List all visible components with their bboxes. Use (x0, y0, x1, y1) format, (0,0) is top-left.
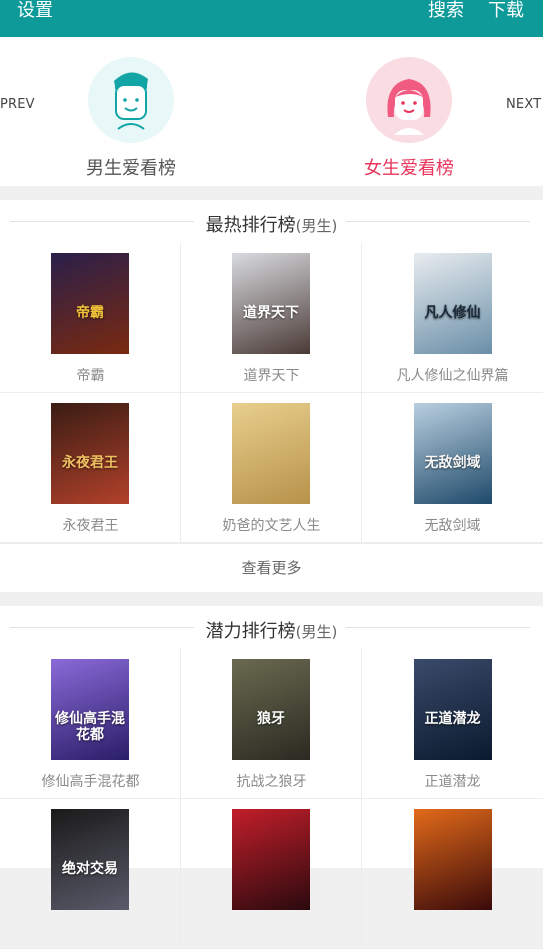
book-item[interactable]: 正道潜龙 正道潜龙 (362, 649, 543, 799)
section-title-text: 潜力排行榜 (205, 621, 296, 642)
book-title[interactable]: 永夜君王 (0, 515, 181, 535)
cover-title-art: 道界天下 (243, 305, 299, 321)
book-title[interactable]: 奶爸的文艺人生 (181, 515, 362, 535)
book-title[interactable]: 凡人修仙之仙界篇 (362, 365, 543, 385)
book-item[interactable]: 无敌剑域 无敌剑域 (362, 393, 543, 543)
book-cover[interactable]: 正道潜龙 (413, 659, 492, 760)
book-item[interactable]: 永夜君王 永夜君王 (0, 393, 181, 543)
download-button[interactable]: 下载 (488, 0, 524, 22)
top-bar: 设置 搜索 下载 (0, 0, 543, 37)
section-header: 最热排行榜(男生) (0, 200, 543, 243)
cover-title-art: 凡人修仙 (424, 305, 481, 321)
book-cover[interactable]: 凡人修仙 (413, 253, 492, 354)
section-header: 潜力排行榜(男生) (0, 606, 543, 649)
book-title[interactable]: 修仙高手混花都 (0, 771, 181, 791)
cover-title-art: 狼牙 (257, 711, 285, 727)
boy-avatar-icon[interactable] (88, 57, 174, 143)
potential-ranking-section: 潜力排行榜(男生) 修仙高手混花都 修仙高手混花都 狼牙 抗战之狼牙 正道潜龙 … (0, 606, 543, 949)
book-item[interactable]: 帝霸 帝霸 (0, 243, 181, 393)
rank-carousel: PREV NEXT 男生爱看榜 女生爱看榜 (0, 37, 543, 186)
cover-title-art: 修仙高手混花都 (55, 711, 125, 743)
book-cover[interactable]: 修仙高手混花都 (51, 659, 129, 760)
boy-rank-tab[interactable]: 男生爱看榜 (86, 154, 176, 180)
book-title[interactable]: 帝霸 (0, 365, 181, 385)
book-item[interactable] (362, 799, 543, 949)
cover-title-art: 帝霸 (76, 305, 104, 321)
book-title[interactable]: 无敌剑域 (362, 515, 543, 535)
book-cover[interactable]: 绝对交易 (51, 809, 129, 910)
book-item[interactable]: 狼牙 抗战之狼牙 (181, 649, 362, 799)
book-cover[interactable]: 永夜君王 (51, 403, 129, 504)
section-title-text: 最热排行榜 (205, 215, 296, 236)
settings-button[interactable]: 设置 (17, 0, 53, 22)
book-cover[interactable]: 无敌剑域 (413, 403, 492, 504)
book-item[interactable]: 修仙高手混花都 修仙高手混花都 (0, 649, 181, 799)
book-cover[interactable]: 帝霸 (51, 253, 129, 354)
book-title[interactable]: 道界天下 (181, 365, 362, 385)
book-cover[interactable] (232, 403, 310, 504)
prev-button[interactable]: PREV (0, 97, 35, 112)
section-tag: (男生) (295, 623, 338, 641)
search-button[interactable]: 搜索 (428, 0, 464, 22)
book-item[interactable]: 凡人修仙 凡人修仙之仙界篇 (362, 243, 543, 393)
book-title[interactable]: 抗战之狼牙 (181, 771, 362, 791)
hot-ranking-section: 最热排行榜(男生) 帝霸 帝霸 道界天下 道界天下 凡人修仙 凡人修仙之仙界篇 … (0, 200, 543, 592)
section-title: 最热排行榜(男生) (0, 211, 543, 237)
cover-title-art: 永夜君王 (62, 455, 118, 471)
girl-rank-tab[interactable]: 女生爱看榜 (364, 154, 454, 180)
cover-title-art: 绝对交易 (62, 861, 118, 877)
book-cover[interactable] (232, 809, 310, 910)
girl-avatar-icon[interactable] (366, 57, 452, 143)
book-item[interactable]: 道界天下 道界天下 (181, 243, 362, 393)
book-item[interactable]: 绝对交易 (0, 799, 181, 949)
cover-title-art: 正道潜龙 (424, 711, 481, 727)
book-item[interactable] (181, 799, 362, 949)
book-cover[interactable]: 道界天下 (232, 253, 310, 354)
cover-title-art: 无敌剑域 (424, 455, 481, 471)
section-title: 潜力排行榜(男生) (0, 617, 543, 643)
view-more-button[interactable]: 查看更多 (0, 543, 543, 592)
section-tag: (男生) (295, 217, 338, 235)
book-cover[interactable]: 狼牙 (232, 659, 310, 760)
book-cover[interactable] (413, 809, 492, 910)
next-button[interactable]: NEXT (506, 97, 541, 112)
book-title[interactable]: 正道潜龙 (362, 771, 543, 791)
book-item[interactable]: 奶爸的文艺人生 (181, 393, 362, 543)
